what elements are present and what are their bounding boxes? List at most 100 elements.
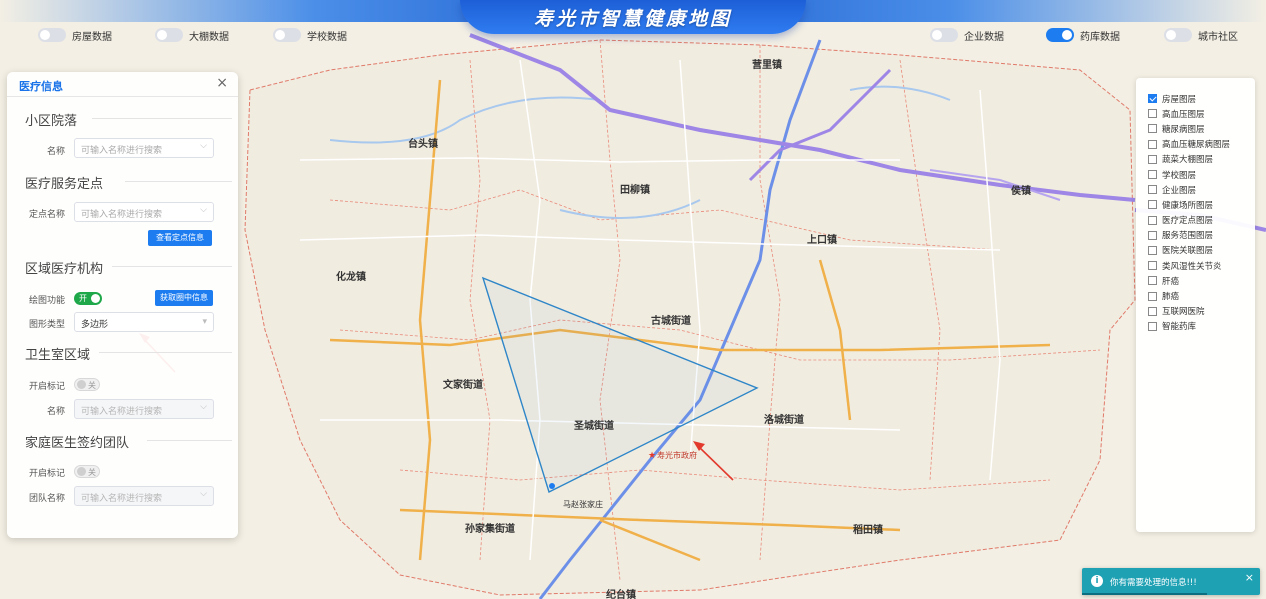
layer-item-liver-cancer[interactable]: 肝癌: [1148, 273, 1230, 288]
name-label: 名称: [46, 147, 65, 157]
layer-panel: 房屋图层 高血压图层 糖尿病图层 高血压糖尿病图层 蔬菜大棚图层 学校图层 企业…: [1136, 78, 1255, 532]
toggle-switch[interactable]: [155, 28, 183, 42]
caret-down-icon: ▾: [202, 317, 207, 327]
layer-item-health-place[interactable]: 健康场所图层: [1148, 197, 1230, 212]
layer-item-smart-pharmacy[interactable]: 智能药库: [1148, 319, 1230, 334]
checkbox[interactable]: [1148, 215, 1157, 225]
map-label-sunjiaji: 孙家集街道: [465, 522, 515, 535]
toggle-switch[interactable]: [1164, 28, 1192, 42]
checkbox[interactable]: [1148, 230, 1157, 240]
map-label-ma: 马赵张家庄: [563, 499, 603, 509]
layer-label: 智能药库: [1162, 322, 1197, 333]
layer-item-medical-point[interactable]: 医疗定点图层: [1148, 213, 1230, 228]
checkbox[interactable]: [1148, 109, 1157, 119]
get-circle-info-button[interactable]: 获取圈中信息: [155, 290, 213, 306]
shape-type-select[interactable]: 多边形 ▾: [74, 312, 214, 332]
switch-label: 开: [79, 294, 87, 303]
panel-header: 医疗信息 ×: [7, 72, 238, 97]
checkbox[interactable]: [1148, 139, 1157, 149]
layer-label: 肝癌: [1162, 276, 1180, 287]
close-icon[interactable]: ×: [216, 75, 228, 91]
toggle-city-community[interactable]: 城市社区: [1164, 28, 1238, 43]
layer-item-enterprise[interactable]: 企业图层: [1148, 182, 1230, 197]
layer-item-hyper-diabetes[interactable]: 高血压糖尿病图层: [1148, 137, 1230, 152]
checkbox[interactable]: [1148, 291, 1157, 301]
panel-title: 医疗信息: [19, 80, 63, 93]
view-point-info-button[interactable]: 查看定点信息: [148, 230, 212, 246]
checkbox[interactable]: [1148, 170, 1157, 180]
clinic-mark-label: 开启标记: [28, 382, 65, 392]
map-label-houzhen: 侯镇: [1011, 184, 1031, 197]
close-icon[interactable]: ×: [1245, 571, 1254, 584]
section-regional-medical: 区域医疗机构: [25, 262, 104, 277]
point-name-input[interactable]: 可输入名称进行搜索 ⌵: [74, 202, 214, 222]
layer-item-lung-cancer[interactable]: 肺癌: [1148, 288, 1230, 303]
toggle-switch[interactable]: [1046, 28, 1074, 42]
layer-item-house[interactable]: 房屋图层: [1148, 91, 1230, 106]
progress-bar: [1082, 593, 1207, 595]
toggle-pharmacy-data[interactable]: 药库数据: [1046, 28, 1120, 43]
point-name-label: 定点名称: [28, 210, 65, 220]
divider: [125, 181, 232, 182]
divider: [112, 266, 232, 267]
community-name-input[interactable]: 可输入名称进行搜索 ⌵: [74, 138, 214, 158]
input-placeholder: 可输入名称进行搜索: [81, 407, 163, 417]
family-mark-switch[interactable]: 关: [74, 465, 100, 478]
layer-label: 服务范围图层: [1162, 231, 1214, 242]
checkbox[interactable]: [1148, 321, 1157, 331]
clinic-mark-switch[interactable]: 关: [74, 378, 100, 391]
input-placeholder: 可输入名称进行搜索: [81, 494, 163, 504]
divider: [99, 352, 232, 353]
map-label-gucheng: 古城街道: [651, 314, 691, 327]
divider: [92, 118, 232, 119]
layer-item-service-range[interactable]: 服务范围图层: [1148, 228, 1230, 243]
checkbox[interactable]: [1148, 94, 1157, 104]
layer-item-diabetes[interactable]: 糖尿病图层: [1148, 121, 1230, 136]
checkbox[interactable]: [1148, 276, 1157, 286]
layer-label: 企业图层: [1162, 185, 1197, 196]
layer-label: 肺癌: [1162, 292, 1180, 303]
page-title: 寿光市智慧健康地图: [533, 8, 732, 30]
svg-text:★: ★: [648, 451, 656, 461]
switch-label: 关: [88, 381, 96, 390]
toggle-switch[interactable]: [38, 28, 66, 42]
draw-function-switch[interactable]: 开: [74, 292, 102, 305]
layer-label: 高血压糖尿病图层: [1162, 140, 1231, 151]
chevron-down-icon: ⌵: [200, 205, 207, 215]
layer-item-internet-hospital[interactable]: 互联网医院: [1148, 304, 1230, 319]
layer-item-arthritis[interactable]: 类风湿性关节炎: [1148, 258, 1230, 273]
toggle-enterprise-data[interactable]: 企业数据: [930, 28, 1004, 43]
layer-item-hypertension[interactable]: 高血压图层: [1148, 106, 1230, 121]
checkbox[interactable]: [1148, 245, 1157, 255]
map-label-shangkou: 上口镇: [807, 233, 837, 246]
checkbox[interactable]: [1148, 261, 1157, 271]
toggle-house-data[interactable]: 房屋数据: [38, 28, 112, 43]
chevron-down-icon: ⌵: [200, 402, 207, 412]
team-name-input[interactable]: 可输入名称进行搜索 ⌵: [74, 486, 214, 506]
clinic-name-label: 名称: [46, 407, 65, 417]
map-label-taitou: 台头镇: [408, 137, 438, 150]
layer-label: 高血压图层: [1162, 109, 1205, 120]
checkbox[interactable]: [1148, 185, 1157, 195]
toggle-label: 药库数据: [1080, 31, 1120, 43]
toggle-switch[interactable]: [273, 28, 301, 42]
checkbox[interactable]: [1148, 306, 1157, 316]
checkbox[interactable]: [1148, 124, 1157, 134]
toggle-label: 学校数据: [307, 31, 347, 43]
toggle-label: 城市社区: [1198, 31, 1238, 43]
layer-label: 医院关联图层: [1162, 246, 1214, 257]
layer-item-greenhouse[interactable]: 蔬菜大棚图层: [1148, 152, 1230, 167]
layer-item-hospital-link[interactable]: 医院关联图层: [1148, 243, 1230, 258]
toggle-label: 企业数据: [964, 31, 1004, 43]
info-icon: i: [1091, 575, 1103, 587]
clinic-name-input[interactable]: 可输入名称进行搜索 ⌵: [74, 399, 214, 419]
toggle-greenhouse-data[interactable]: 大棚数据: [155, 28, 229, 43]
layer-item-school[interactable]: 学校图层: [1148, 167, 1230, 182]
checkbox[interactable]: [1148, 200, 1157, 210]
map-label-wenjia: 文家街道: [443, 378, 483, 391]
notification-toast[interactable]: i 你有需要处理的信息!!! ×: [1082, 568, 1260, 595]
layer-list: 房屋图层 高血压图层 糖尿病图层 高血压糖尿病图层 蔬菜大棚图层 学校图层 企业…: [1148, 91, 1230, 334]
toggle-school-data[interactable]: 学校数据: [273, 28, 347, 43]
checkbox[interactable]: [1148, 154, 1157, 164]
toggle-switch[interactable]: [930, 28, 958, 42]
